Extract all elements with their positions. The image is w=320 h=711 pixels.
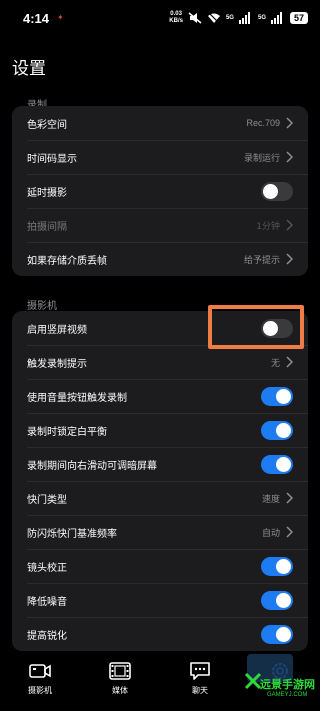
row-dropped-frames[interactable]: 如果存储介质丢帧 给予提示 [12,242,308,276]
chat-icon [190,662,210,680]
camera-settings-card: 启用竖屏视频 触发录制提示 无 使用音量按钮触发录制 录制时锁定白平衡 录制期间… [12,311,308,651]
film-icon [109,662,131,680]
row-color-space[interactable]: 色彩空间 Rec.709 [12,106,308,140]
row-label: 触发录制提示 [27,358,87,370]
chevron-right-icon [286,253,293,265]
signal-label-2: 5G [257,15,266,21]
row-label: 启用竖屏视频 [27,324,87,336]
lens-correction-toggle[interactable] [261,556,293,576]
row-label: 如果存储介质丢帧 [27,255,107,267]
swipe-dim-screen-toggle[interactable] [261,454,293,474]
row-value: Rec.709 [246,118,280,128]
row-label: 防闪烁快门基准频率 [27,528,117,540]
row-label: 快门类型 [27,494,67,506]
row-label: 录制期间向右滑动可调暗屏幕 [27,460,157,472]
chevron-right-icon [286,492,293,504]
row-swipe-dim-screen: 录制期间向右滑动可调暗屏幕 [12,447,308,481]
row-vertical-video: 启用竖屏视频 [12,311,308,345]
tab-label: 媒体 [112,686,128,695]
row-sharpening: 提高锐化 [12,617,308,651]
row-label: 提高锐化 [27,630,67,642]
row-value: 速度 [261,494,280,505]
row-value: 无 [270,358,280,369]
row-record-trigger-hint[interactable]: 触发录制提示 无 [12,345,308,379]
volume-button-record-toggle[interactable] [261,386,293,406]
tab-media[interactable]: 媒体 [80,652,160,711]
row-label: 时间码显示 [27,153,77,165]
row-value: 给予提示 [243,255,280,266]
watermark-subtext: GAMEYJ.COM [267,692,308,698]
chevron-right-icon [286,219,293,231]
row-label: 色彩空间 [27,119,67,131]
row-volume-button-record: 使用音量按钮触发录制 [12,379,308,413]
lock-white-balance-toggle[interactable] [261,420,293,440]
row-shooting-interval[interactable]: 拍摄间隔 1分钟 [12,208,308,242]
net-speed: 0.03 KB/s [169,11,183,24]
tab-camera[interactable]: 摄影机 [0,652,80,711]
vertical-video-toggle[interactable] [261,318,293,338]
row-label: 录制时锁定白平衡 [27,426,107,438]
row-label: 延时摄影 [27,187,67,199]
chevron-right-icon [286,356,293,368]
row-value: 自动 [261,528,280,539]
chevron-right-icon [286,526,293,538]
row-lens-correction: 镜头校正 [12,549,308,583]
watermark-text: 远景手游网 [260,678,315,691]
watermark-logo: 远景手游网 GAMEYJ.COM [244,654,320,711]
row-value: 录制运行 [243,153,280,164]
status-time: 4:14 [23,10,50,26]
row-label: 降低噪音 [27,596,67,608]
tab-label: 聊天 [192,686,208,695]
sharpening-toggle[interactable] [261,624,293,644]
noise-reduction-toggle[interactable] [261,590,293,610]
signal-label-1: 5G [225,15,234,21]
row-label: 拍摄间隔 [27,221,67,233]
chevron-right-icon [286,117,293,129]
tab-chat[interactable]: 聊天 [160,652,240,711]
row-noise-reduction: 降低噪音 [12,583,308,617]
status-bar: 4:14 ✦ 0.03 KB/s 5G 5G 57 [0,0,320,36]
signal-icon [238,12,253,24]
row-lock-white-balance: 录制时锁定白平衡 [12,413,308,447]
wifi-icon [207,12,221,24]
notification-icon: ✦ [57,13,64,22]
row-timecode-display[interactable]: 时间码显示 录制运行 [12,140,308,174]
signal-icon [271,12,285,24]
chevron-right-icon [286,151,293,163]
row-label: 使用音量按钮触发录制 [27,392,127,404]
record-settings-card: 色彩空间 Rec.709 时间码显示 录制运行 延时摄影 拍摄间隔 1分钟 如果… [12,106,308,276]
row-shutter-type[interactable]: 快门类型 速度 [12,481,308,515]
tab-label: 摄影机 [28,686,52,695]
row-value: 1分钟 [256,221,280,232]
camera-icon [29,664,51,678]
battery-icon: 57 [290,12,308,24]
timelapse-toggle[interactable] [261,181,293,201]
row-anti-flicker[interactable]: 防闪烁快门基准频率 自动 [12,515,308,549]
row-label: 镜头校正 [27,562,67,574]
page-title: 设置 [12,59,46,79]
status-icons: 0.03 KB/s 5G 5G 57 [169,11,308,25]
row-timelapse: 延时摄影 [12,174,308,208]
section-label-camera: 摄影机 [27,301,57,312]
mute-icon [188,12,202,24]
